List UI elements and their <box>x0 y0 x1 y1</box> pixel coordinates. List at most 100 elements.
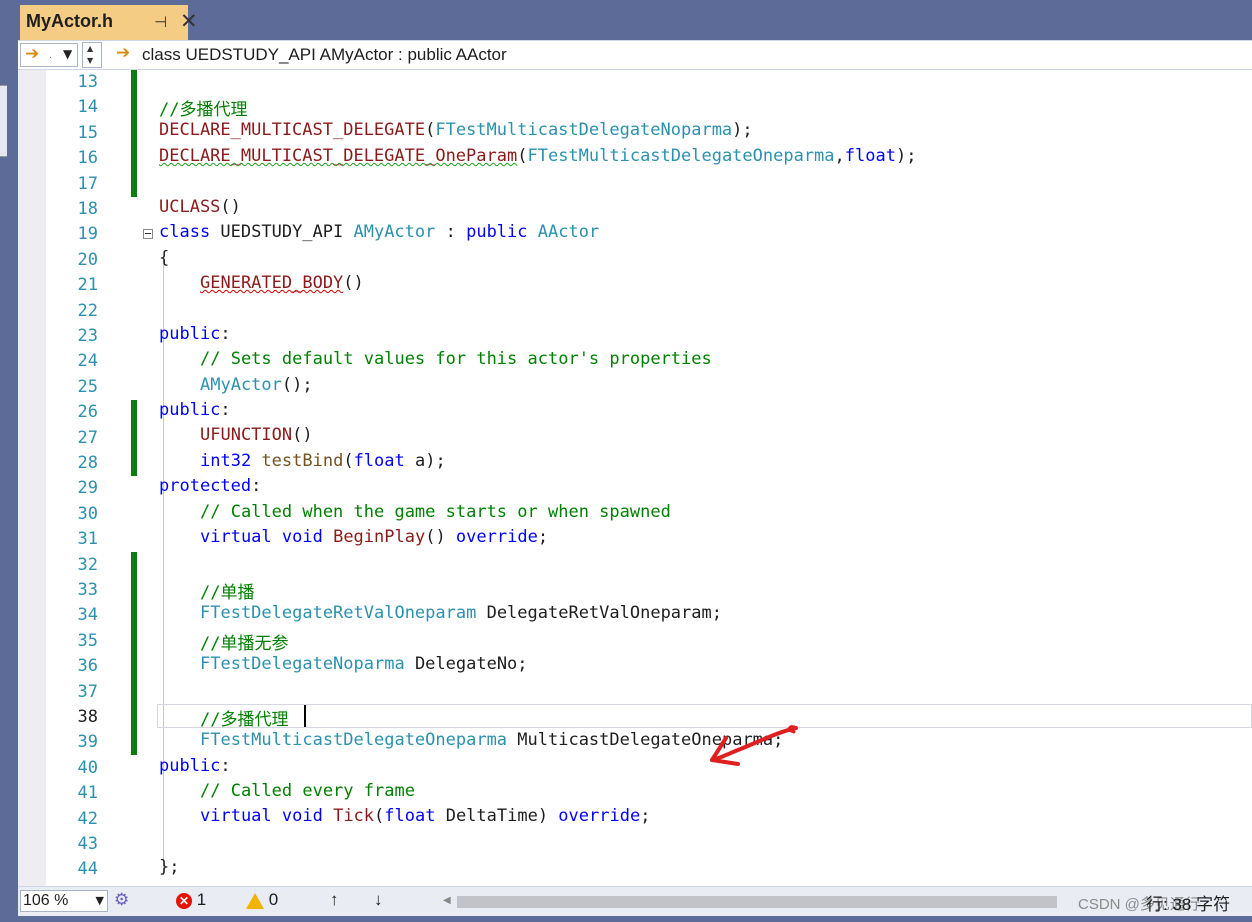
error-icon: ✕ <box>176 892 192 909</box>
code-line-42: virtual void Tick(float DeltaTime) overr… <box>200 806 651 826</box>
code-line-18: UCLASS() <box>159 197 241 217</box>
change-bar <box>131 400 137 476</box>
errors-indicator[interactable]: ✕ 1 <box>176 890 206 910</box>
document-tab-strip: MyActor.h ⊣ ✕ <box>0 0 1252 40</box>
line-number: 13 <box>77 72 98 92</box>
project-dropdown[interactable]: ➔ . ▼ <box>20 43 78 67</box>
editor-line: 22 <box>18 299 1252 324</box>
code-line-14: //多播代理 <box>159 100 248 120</box>
code-line-31: virtual void BeginPlay() override; <box>200 527 549 547</box>
code-line-35: //单播无参 <box>200 634 289 654</box>
line-number: 38 <box>77 707 98 727</box>
left-tool-strip <box>0 40 7 922</box>
code-line-38: //多播代理 <box>200 710 289 730</box>
window-bottom-edge <box>0 916 1252 922</box>
tab-title: MyActor.h <box>26 11 114 31</box>
code-editor[interactable]: 13 14 15 16 17 18 19 20 21 22 23 24 25 26 27 28 29 30 31 32… <box>18 70 1252 886</box>
line-number: 43 <box>77 834 98 854</box>
warnings-indicator[interactable]: 0 <box>246 890 278 910</box>
toolbox-tab[interactable] <box>0 85 7 157</box>
line-number: 30 <box>77 503 98 524</box>
horizontal-scrollbar[interactable]: ◀ <box>443 893 1083 909</box>
warning-icon <box>246 892 264 909</box>
text-caret <box>304 705 306 727</box>
nav-spinner[interactable]: ▲ ▼ <box>82 42 102 68</box>
arrow-right-icon: ➔ <box>116 43 131 63</box>
code-line-40: public: <box>159 756 231 776</box>
code-line-44: }; <box>159 857 180 877</box>
line-number: 18 <box>77 199 98 219</box>
scope-label: class UEDSTUDY_API AMyActor : public AAc… <box>142 45 507 64</box>
line-number: 29 <box>77 478 98 499</box>
line-number: 40 <box>77 757 98 778</box>
code-line-15: DECLARE_MULTICAST_DELEGATE(FTestMulticas… <box>159 120 753 140</box>
line-number: 24 <box>77 351 98 372</box>
line-number: 37 <box>77 681 98 702</box>
line-number: 17 <box>77 173 98 194</box>
spin-down-icon[interactable]: ▼ <box>87 56 93 65</box>
code-line-20: { <box>159 248 170 268</box>
code-line-26: public: <box>159 400 231 420</box>
code-line-28: int32 testBind(float a); <box>200 451 446 471</box>
editor-line: 20 <box>18 248 1252 273</box>
line-number: 26 <box>77 402 98 423</box>
code-line-19: class UEDSTUDY_API AMyActor : public AAc… <box>159 222 600 242</box>
previous-issue-button[interactable]: ↑ <box>330 890 339 910</box>
pin-icon[interactable]: ⊣ <box>154 13 167 31</box>
editor-line: 32 <box>18 553 1252 578</box>
line-number: 16 <box>77 148 98 169</box>
zoom-value: 106 % <box>23 892 69 909</box>
scroll-left-icon[interactable]: ◀ <box>443 895 451 906</box>
code-line-25: AMyActor(); <box>200 375 313 395</box>
close-icon[interactable]: ✕ <box>180 9 198 33</box>
code-line-36: FTestDelegateNoparma DelegateNo; <box>200 654 528 674</box>
code-line-21: GENERATED_BODY() <box>200 273 364 293</box>
code-line-30: // Called when the game starts or when s… <box>200 502 671 522</box>
spin-up-icon[interactable]: ▲ <box>87 44 93 53</box>
line-number: 14 <box>77 97 98 118</box>
chevron-down-icon: ▼ <box>95 894 104 907</box>
code-line-34: FTestDelegateRetValOneparam DelegateRetV… <box>200 603 722 623</box>
code-line-33: //单播 <box>200 583 255 603</box>
scope-dropdown[interactable]: ➔ class UEDSTUDY_API AMyActor : public A… <box>110 41 1252 69</box>
red-arrow-annotation <box>710 725 798 766</box>
editor-line: 44 <box>18 857 1252 882</box>
line-number: 34 <box>77 605 98 626</box>
editor-line: 43 <box>18 832 1252 857</box>
health-icon[interactable]: ⚙ <box>114 890 129 910</box>
chevron-down-icon: ▼ <box>63 47 73 61</box>
editor-line: 17 <box>18 172 1252 197</box>
zoom-dropdown[interactable]: 106 % ▼ <box>20 890 108 912</box>
cursor-position: 行: 38 字符 <box>1146 895 1231 914</box>
next-issue-button[interactable]: ↓ <box>374 890 383 910</box>
line-number: 44 <box>77 859 98 880</box>
line-number: 20 <box>77 249 98 270</box>
line-number: 27 <box>77 427 98 448</box>
line-number: 33 <box>77 580 98 600</box>
tab-myactor-h[interactable]: MyActor.h ⊣ ✕ <box>20 5 198 40</box>
code-line-16: DECLARE_MULTICAST_DELEGATE_OneParam(FTes… <box>159 146 917 166</box>
scrollbar-thumb[interactable] <box>457 896 1057 908</box>
change-bar <box>131 552 137 755</box>
outline-guide <box>163 260 164 875</box>
collapse-toggle[interactable] <box>143 229 153 239</box>
navigation-bar: ➔ . ▼ ▲ ▼ ➔ class UEDSTUDY_API AMyActor … <box>18 40 1252 70</box>
line-number: 39 <box>77 732 98 753</box>
line-number: 23 <box>77 326 98 346</box>
code-line-29: protected: <box>159 476 262 496</box>
code-line-27: UFUNCTION() <box>200 425 313 445</box>
line-number: 31 <box>77 529 98 550</box>
code-line-39: FTestMulticastDelegateOneparma Multicast… <box>200 730 784 750</box>
line-number: 41 <box>77 783 98 804</box>
line-number: 42 <box>77 808 98 829</box>
line-number: 32 <box>77 554 98 575</box>
arrow-right-icon: ➔ <box>25 44 40 64</box>
line-number: 35 <box>77 630 98 651</box>
code-line-23: public: <box>159 324 231 344</box>
line-number: 21 <box>77 275 98 296</box>
editor-line: 37 <box>18 680 1252 705</box>
line-number: 36 <box>77 656 98 677</box>
project-dropdown-value: . <box>49 50 53 61</box>
line-number: 28 <box>77 453 98 473</box>
editor-status-bar: 106 % ▼ ⚙ ✕ 1 0 ↑ ↓ ◀ CSDN @多见通行 行: 38 字… <box>18 886 1252 916</box>
